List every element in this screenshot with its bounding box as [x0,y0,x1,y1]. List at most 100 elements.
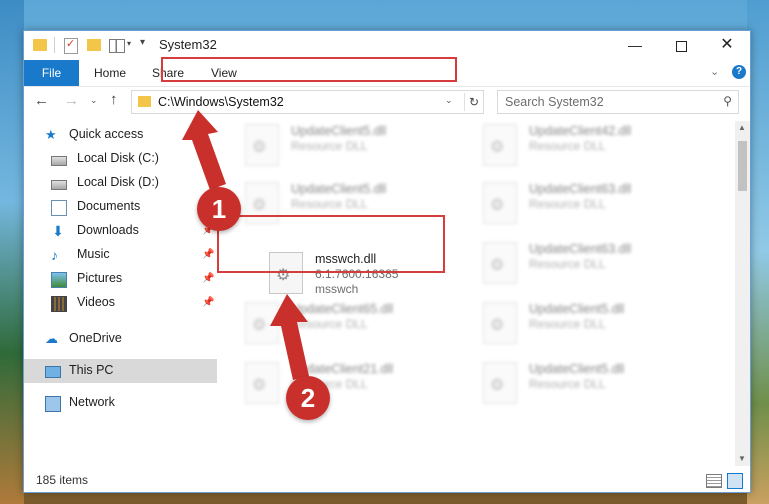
tab-view[interactable]: View [211,60,237,86]
up-arrow-icon[interactable]: ↑ [110,91,118,108]
sidebar-item-this-pc[interactable]: This PC [24,359,217,383]
file-description: Resource DLL [529,377,606,391]
tab-home[interactable]: Home [94,60,126,86]
file-description: Resource DLL [529,139,606,153]
file-description: Resource DLL [291,317,368,331]
sidebar-item-music[interactable]: ♪ Music 📌 [24,243,217,267]
sidebar-item-videos[interactable]: Videos 📌 [24,291,217,315]
file-description: Resource DLL [529,317,606,331]
file-item[interactable]: ⚙ UpdateClient63.dll Resource DLL [467,177,687,231]
star-icon: ★ [45,127,57,142]
address-dropdown-icon[interactable]: ⌄ [445,95,453,106]
address-path[interactable]: C:\Windows\System32 [158,95,284,109]
file-name: UpdateClient5.dll [529,362,625,376]
details-view-icon[interactable] [706,474,722,488]
gear-icon: ⚙ [252,197,267,214]
forward-arrow-icon[interactable]: → [64,92,79,109]
dll-file-icon: ⚙ [245,362,279,404]
search-icon[interactable]: ⚲ [723,94,732,108]
vertical-scrollbar[interactable]: ▲ ▼ [735,121,750,466]
file-item[interactable]: ⚙ UpdateClient63.dll Resource DLL [467,237,687,291]
gear-icon: ⚙ [490,197,505,214]
sidebar-item-onedrive[interactable]: ☁ OneDrive [24,327,217,351]
pc-icon [45,366,61,378]
file-item[interactable]: ⚙ UpdateClient5.dll Resource DLL [467,297,687,351]
expand-ribbon-icon[interactable]: ⌄ [710,65,719,78]
drive-icon [51,180,67,190]
gear-icon: ⚙ [276,267,291,284]
file-item[interactable]: ⚙ UpdateClient5.dll Resource DLL [467,357,687,411]
sidebar-item-label: Pictures [77,271,123,285]
file-name: UpdateClient5.dll [291,124,387,138]
scroll-down-icon[interactable]: ▼ [738,454,746,463]
search-input[interactable]: Search System32 [505,95,604,109]
onedrive-icon: ☁ [45,331,58,346]
tab-file[interactable]: File [24,60,79,86]
view-options-icon[interactable] [109,39,125,53]
file-version: 6.1.7600.16385 [315,267,399,281]
file-description: Resource DLL [529,197,606,211]
file-name: UpdateClient21.dll [291,362,394,376]
dll-file-icon: ⚙ [483,182,517,224]
close-button[interactable]: ✕ [704,31,750,59]
sidebar-item-label: Network [69,395,115,409]
drive-icon [51,156,67,166]
gear-icon: ⚙ [490,257,505,274]
refresh-icon[interactable]: ↻ [464,93,483,111]
new-folder-icon[interactable] [87,39,101,51]
file-item[interactable]: ⚙ UpdateClient5.dll Resource DLL [229,177,449,231]
file-item[interactable]: ⚙ UpdateClient21.dll Resource DLL [229,357,449,411]
folder-icon [33,39,47,51]
title-bar[interactable]: ▾ ▾ System32 — ✕ [24,31,750,59]
sidebar-item-documents[interactable]: Documents 📌 [24,195,217,219]
large-icons-view-icon[interactable] [727,473,743,489]
tab-share[interactable]: Share [152,60,184,86]
file-item[interactable]: ⚙ UpdateClient65.dll Resource DLL [229,297,449,351]
file-description: Resource DLL [529,257,606,271]
sidebar-item-local-disk-c[interactable]: Local Disk (C:) [24,147,217,171]
file-item[interactable]: ⚙ UpdateClient5.dll Resource DLL [229,121,449,173]
back-arrow-icon[interactable]: ← [34,92,49,109]
recent-locations-icon[interactable]: ⌄ [90,95,98,106]
music-icon: ♪ [51,247,58,263]
sidebar-item-quick-access[interactable]: ★ Quick access [24,123,217,147]
sidebar-item-label: Local Disk (C:) [77,151,159,165]
pin-icon[interactable]: 📌 [202,297,214,308]
file-name: UpdateClient5.dll [291,182,387,196]
sidebar-item-label: Quick access [69,127,144,141]
search-box[interactable]: Search System32 ⚲ [497,90,739,114]
step-1-badge: 1 [197,187,241,231]
file-item[interactable]: ⚙ UpdateClient42.dll Resource DLL [467,121,687,173]
dll-file-icon: ⚙ [245,124,279,166]
pin-icon[interactable]: 📌 [202,273,214,284]
file-item-msswch[interactable]: ⚙ msswch.dll 6.1.7600.16385 msswch [253,247,453,301]
sidebar-item-network[interactable]: Network [24,391,217,415]
step-2-badge: 2 [286,376,330,420]
dll-file-icon: ⚙ [269,252,303,294]
help-icon[interactable]: ? [732,65,746,79]
gear-icon: ⚙ [490,377,505,394]
maximize-button[interactable] [658,31,704,59]
minimize-button[interactable]: — [612,31,658,59]
gear-icon: ⚙ [252,317,267,334]
sidebar-item-downloads[interactable]: ⬇ Downloads 📌 [24,219,217,243]
videos-icon [51,296,67,312]
sidebar-item-label: Music [77,247,110,261]
window-title: System32 [159,37,217,52]
sidebar-item-pictures[interactable]: Pictures 📌 [24,267,217,291]
pictures-icon [51,272,67,288]
gear-icon: ⚙ [252,377,267,394]
pin-icon[interactable]: 📌 [202,249,214,260]
sidebar-item-local-disk-d[interactable]: Local Disk (D:) [24,171,217,195]
file-name: UpdateClient65.dll [291,302,394,316]
file-name: msswch.dll [315,252,377,266]
file-description: Resource DLL [291,139,368,153]
scroll-thumb[interactable] [738,141,747,191]
address-bar[interactable]: C:\Windows\System32 ⌄ ↻ [131,90,484,114]
customize-toolbar-icon[interactable]: ▾ [140,37,145,53]
view-dropdown-icon[interactable]: ▾ [127,39,131,55]
properties-icon[interactable] [64,37,78,54]
dll-file-icon: ⚙ [245,182,279,224]
scroll-up-icon[interactable]: ▲ [738,123,746,132]
status-bar: 185 items [24,468,750,492]
